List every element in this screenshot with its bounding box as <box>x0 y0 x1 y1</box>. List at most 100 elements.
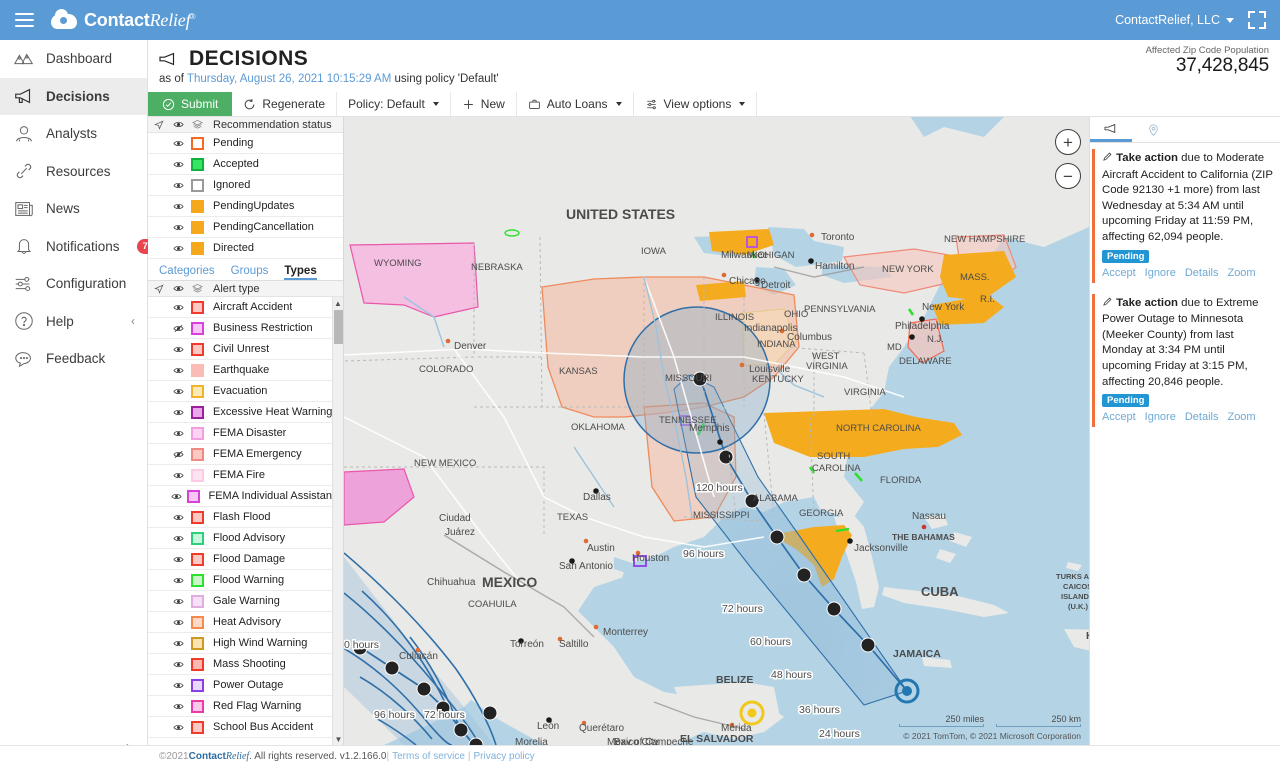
sidebar-item-help[interactable]: Help ‹ <box>0 303 147 341</box>
eye-icon[interactable] <box>169 407 188 418</box>
legend-status-row[interactable]: Accepted <box>148 154 343 175</box>
legend-status-row[interactable]: PendingUpdates <box>148 196 343 217</box>
eye-icon[interactable] <box>169 428 188 439</box>
legend-type-row[interactable]: Evacuation <box>148 381 333 402</box>
hamburger-menu-icon[interactable] <box>0 0 48 40</box>
pan-icon[interactable] <box>148 120 169 130</box>
eye-icon[interactable] <box>169 323 188 334</box>
tab-alerts[interactable] <box>1090 117 1132 142</box>
scroll-down-icon[interactable]: ▼ <box>333 733 343 745</box>
eye-icon[interactable] <box>169 138 188 149</box>
legend-type-row[interactable]: High Wind Warning <box>148 633 333 654</box>
eye-icon[interactable] <box>169 470 188 481</box>
eye-icon[interactable] <box>169 701 188 712</box>
sidebar-item-feedback[interactable]: Feedback <box>0 340 147 378</box>
scroll-up-icon[interactable]: ▲ <box>333 297 343 309</box>
sidebar-item-configuration[interactable]: Configuration <box>0 265 147 303</box>
eye-icon[interactable] <box>169 533 188 544</box>
eye-icon[interactable] <box>169 449 188 460</box>
regenerate-button[interactable]: Regenerate <box>232 92 338 116</box>
legend-type-row[interactable]: Flood Damage <box>148 549 333 570</box>
eye-icon[interactable] <box>169 180 188 191</box>
legend-type-row[interactable]: Earthquake <box>148 360 333 381</box>
eye-icon[interactable] <box>169 386 188 397</box>
legend-type-row[interactable]: FEMA Disaster <box>148 423 333 444</box>
legend-type-row[interactable]: FEMA Individual Assistance <box>148 486 333 507</box>
legend-type-row[interactable]: Excessive Heat Warning <box>148 402 333 423</box>
action-zoom[interactable]: Zoom <box>1227 411 1255 423</box>
sidebar-item-analysts[interactable]: Analysts <box>0 115 147 153</box>
action-zoom[interactable]: Zoom <box>1227 267 1255 279</box>
layers-icon[interactable] <box>188 283 206 294</box>
legend-type-row[interactable]: Business Restriction <box>148 318 333 339</box>
auto-loans-dropdown[interactable]: Auto Loans <box>517 92 634 116</box>
legend-types-scroll[interactable]: Aircraft Accident Business Restriction Civ… <box>148 297 343 745</box>
sidebar-item-dashboard[interactable]: Dashboard <box>0 40 147 78</box>
layers-icon[interactable] <box>188 119 206 130</box>
map-canvas[interactable]: UNITED STATESMEXICOCUBAJAMAICAHAITIDOMIN… <box>344 117 1089 745</box>
tab-groups[interactable]: Groups <box>231 265 269 280</box>
legend-status-row[interactable]: PendingCancellation <box>148 217 343 238</box>
action-details[interactable]: Details <box>1185 411 1219 423</box>
eye-icon[interactable] <box>169 283 188 294</box>
action-ignore[interactable]: Ignore <box>1145 411 1176 423</box>
sidebar-item-notifications[interactable]: Notifications 7906 <box>0 228 170 266</box>
action-ignore[interactable]: Ignore <box>1145 267 1176 279</box>
legend-type-row[interactable]: Gale Warning <box>148 591 333 612</box>
zoom-out-button[interactable]: − <box>1055 163 1081 189</box>
eye-icon[interactable] <box>169 659 188 670</box>
tab-categories[interactable]: Categories <box>159 265 215 280</box>
legend-type-row[interactable]: Aircraft Accident <box>148 297 333 318</box>
action-accept[interactable]: Accept <box>1102 267 1136 279</box>
legend-type-row[interactable]: Civil Unrest <box>148 339 333 360</box>
privacy-policy-link[interactable]: Privacy policy <box>474 751 535 762</box>
tab-locations[interactable] <box>1132 117 1174 142</box>
view-options-dropdown[interactable]: View options <box>634 92 758 116</box>
brand-logo[interactable]: ContactRelief® <box>51 8 196 31</box>
eye-icon[interactable] <box>167 491 185 502</box>
eye-icon[interactable] <box>169 243 188 254</box>
eye-icon[interactable] <box>169 617 188 628</box>
account-menu[interactable]: ContactRelief, LLC <box>1115 13 1234 27</box>
legend-status-row[interactable]: Pending <box>148 133 343 154</box>
policy-dropdown[interactable]: Policy: Default <box>337 92 451 116</box>
legend-type-row[interactable]: School Bus Accident <box>148 717 333 738</box>
legend-type-row[interactable]: FEMA Emergency <box>148 444 333 465</box>
eye-icon[interactable] <box>169 344 188 355</box>
sidebar-item-news[interactable]: News <box>0 190 147 228</box>
eye-icon[interactable] <box>169 201 188 212</box>
eye-icon[interactable] <box>169 222 188 233</box>
legend-type-row[interactable]: Flood Advisory <box>148 528 333 549</box>
legend-scrollbar[interactable]: ▲ ▼ <box>332 297 343 745</box>
tab-types[interactable]: Types <box>284 265 317 280</box>
legend-type-row[interactable]: Flood Warning <box>148 570 333 591</box>
submit-button[interactable]: Submit <box>148 92 233 116</box>
eye-icon[interactable] <box>169 159 188 170</box>
sidebar-item-decisions[interactable]: Decisions <box>0 77 147 115</box>
eye-icon[interactable] <box>169 512 188 523</box>
eye-icon[interactable] <box>169 302 188 313</box>
pan-icon[interactable] <box>148 284 169 294</box>
eye-icon[interactable] <box>169 680 188 691</box>
action-details[interactable]: Details <box>1185 267 1219 279</box>
eye-icon[interactable] <box>169 365 188 376</box>
action-accept[interactable]: Accept <box>1102 411 1136 423</box>
zoom-in-button[interactable]: + <box>1055 129 1081 155</box>
scrollbar-thumb[interactable] <box>334 310 343 344</box>
legend-type-row[interactable]: FEMA Fire <box>148 465 333 486</box>
chevron-left-icon[interactable]: ‹ <box>131 314 135 328</box>
eye-icon[interactable] <box>169 575 188 586</box>
legend-type-row[interactable]: Red Flag Warning <box>148 696 333 717</box>
new-button[interactable]: New <box>451 92 517 116</box>
legend-type-row[interactable]: Heat Advisory <box>148 612 333 633</box>
eye-icon[interactable] <box>169 596 188 607</box>
eye-icon[interactable] <box>169 638 188 649</box>
legend-status-row[interactable]: Ignored <box>148 175 343 196</box>
legend-status-row[interactable]: Directed <box>148 238 343 259</box>
legend-type-row[interactable]: Flash Flood <box>148 507 333 528</box>
sidebar-item-resources[interactable]: Resources <box>0 153 147 191</box>
fullscreen-icon[interactable] <box>1248 11 1266 29</box>
eye-icon[interactable] <box>169 722 188 733</box>
legend-type-row[interactable]: Power Outage <box>148 675 333 696</box>
terms-of-service-link[interactable]: Terms of service <box>392 751 465 762</box>
